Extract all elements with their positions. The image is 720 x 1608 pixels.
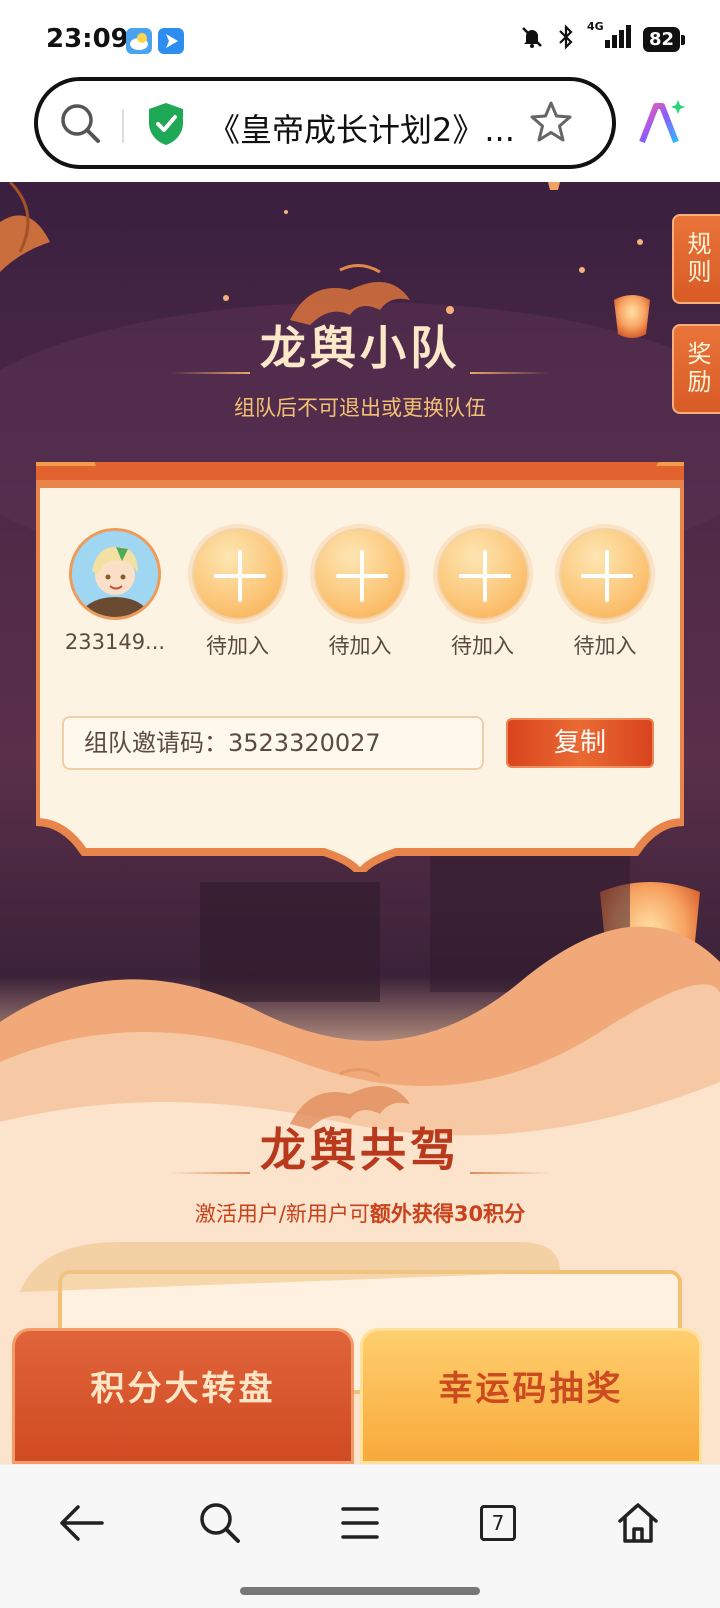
browser-bottom-nav: 7	[0, 1464, 720, 1608]
home-icon[interactable]	[606, 1491, 670, 1555]
status-time: 23:09	[46, 24, 129, 54]
copy-button[interactable]: 复制	[506, 718, 654, 768]
member-slot[interactable]: 233149...	[60, 528, 170, 660]
plus-icon-bar	[458, 574, 511, 578]
plus-icon-bar	[581, 574, 633, 578]
invite-code-value: 3523320027	[228, 729, 381, 757]
plus-icon-bar	[336, 574, 388, 578]
tab-points-wheel[interactable]: 积分大转盘	[12, 1328, 354, 1464]
security-shield-icon[interactable]	[146, 101, 186, 151]
bluetooth-icon	[557, 24, 575, 54]
home-indicator[interactable]	[240, 1587, 480, 1595]
tab-lucky-code[interactable]: 幸运码抽奖	[360, 1328, 702, 1464]
add-member-button[interactable]	[191, 528, 284, 620]
member-name: 待加入	[573, 634, 637, 658]
search-icon[interactable]	[188, 1491, 252, 1555]
ride-subtitle-highlight: 额外获得30积分	[369, 1202, 526, 1226]
ai-assistant-icon[interactable]	[636, 98, 686, 148]
plus-icon-bar	[213, 574, 266, 578]
menu-icon[interactable]	[328, 1491, 392, 1555]
member-name: 待加入	[451, 634, 514, 658]
member-slot[interactable]: 待加入	[550, 528, 660, 660]
network-type: 4G	[586, 20, 604, 33]
search-icon[interactable]	[58, 101, 104, 151]
add-member-button[interactable]	[559, 528, 651, 620]
divider	[122, 109, 124, 143]
page-title[interactable]: 《皇帝成长计划2》...	[208, 105, 538, 151]
add-member-button[interactable]	[436, 528, 529, 620]
rules-tab[interactable]: 规则	[672, 214, 720, 304]
member-name: 待加入	[328, 634, 392, 658]
member-slot[interactable]: 待加入	[428, 528, 538, 660]
ride-subtitle-text: 激活用户/新用户可	[194, 1202, 370, 1226]
activity-page: 规则 奖励 龙舆小队 组队后不可退出或更换队伍 233149... 待加入 待加…	[0, 182, 720, 1464]
location-app-icon	[158, 28, 184, 54]
avatar[interactable]	[69, 528, 161, 620]
status-bar: 23:09 4G 82	[0, 0, 720, 74]
team-title: 龙舆小队	[260, 321, 460, 375]
ride-subtitle: 激活用户/新用户可额外获得30积分	[0, 1198, 720, 1228]
team-card	[36, 462, 684, 872]
back-arrow-icon[interactable]	[50, 1491, 114, 1555]
weather-app-icon	[126, 28, 152, 54]
team-members: 233149... 待加入 待加入 待加入 待加入	[60, 528, 660, 660]
bookmark-star-icon[interactable]	[528, 99, 574, 149]
member-slot[interactable]: 待加入	[305, 528, 415, 660]
battery-indicator: 82	[642, 26, 686, 52]
status-indicators: 4G 82	[519, 20, 686, 54]
member-name: 233149...	[64, 630, 166, 654]
member-name: 待加入	[206, 634, 269, 658]
ride-title: 龙舆共驾	[260, 1123, 460, 1177]
tab-count: 7	[480, 1505, 516, 1541]
signal-icon: 4G	[587, 20, 631, 54]
invite-code-field[interactable]: 组队邀请码：3523320027	[62, 716, 484, 770]
browser-toolbar: 《皇帝成长计划2》...	[0, 74, 720, 182]
invite-code-label: 组队邀请码：	[84, 729, 228, 757]
tabs-button[interactable]: 7	[466, 1491, 530, 1555]
team-subtitle: 组队后不可退出或更换队伍	[234, 396, 486, 420]
add-member-button[interactable]	[314, 528, 406, 620]
member-slot[interactable]: 待加入	[183, 528, 293, 660]
address-bar[interactable]: 《皇帝成长计划2》...	[34, 77, 616, 169]
mute-icon	[519, 24, 545, 54]
